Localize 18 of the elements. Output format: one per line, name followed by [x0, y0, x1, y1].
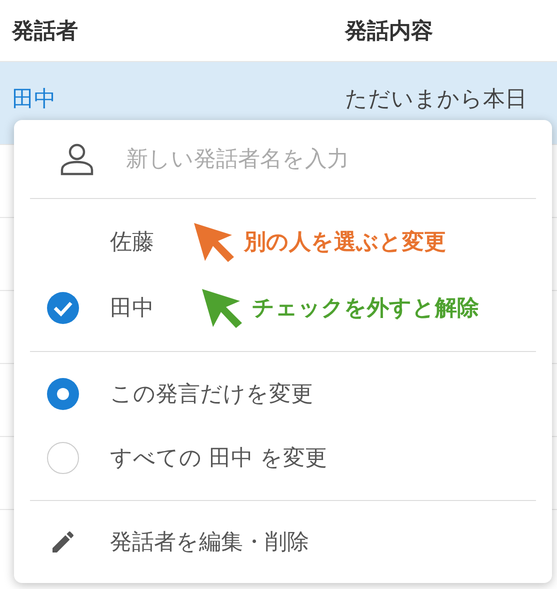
speaker-cell-text: 田中	[12, 86, 57, 114]
annotation-text: チェックを外すと解除	[252, 295, 479, 324]
edit-speaker-option[interactable]: 発話者を編集・削除	[110, 527, 309, 558]
column-header: 発話内容	[345, 18, 434, 46]
speaker-name-input[interactable]: 新しい発話者名を入力	[126, 146, 506, 172]
content-cell-text: ただいまから本日	[345, 86, 528, 114]
column-header: 発話者	[12, 18, 79, 46]
arrow-icon	[192, 221, 236, 264]
person-icon	[60, 142, 94, 176]
arrow-icon	[200, 287, 244, 330]
scope-option[interactable]: この発言だけを変更	[110, 379, 313, 410]
check-icon[interactable]	[46, 291, 80, 326]
radio-button[interactable]	[46, 377, 80, 412]
speaker-option[interactable]: 佐藤	[110, 227, 154, 258]
scope-option[interactable]: すべての 田中 を変更	[110, 443, 327, 474]
speaker-option[interactable]: 田中	[110, 293, 154, 324]
radio-button[interactable]	[46, 441, 80, 476]
annotation-text: 別の人を選ぶと変更	[244, 228, 446, 258]
